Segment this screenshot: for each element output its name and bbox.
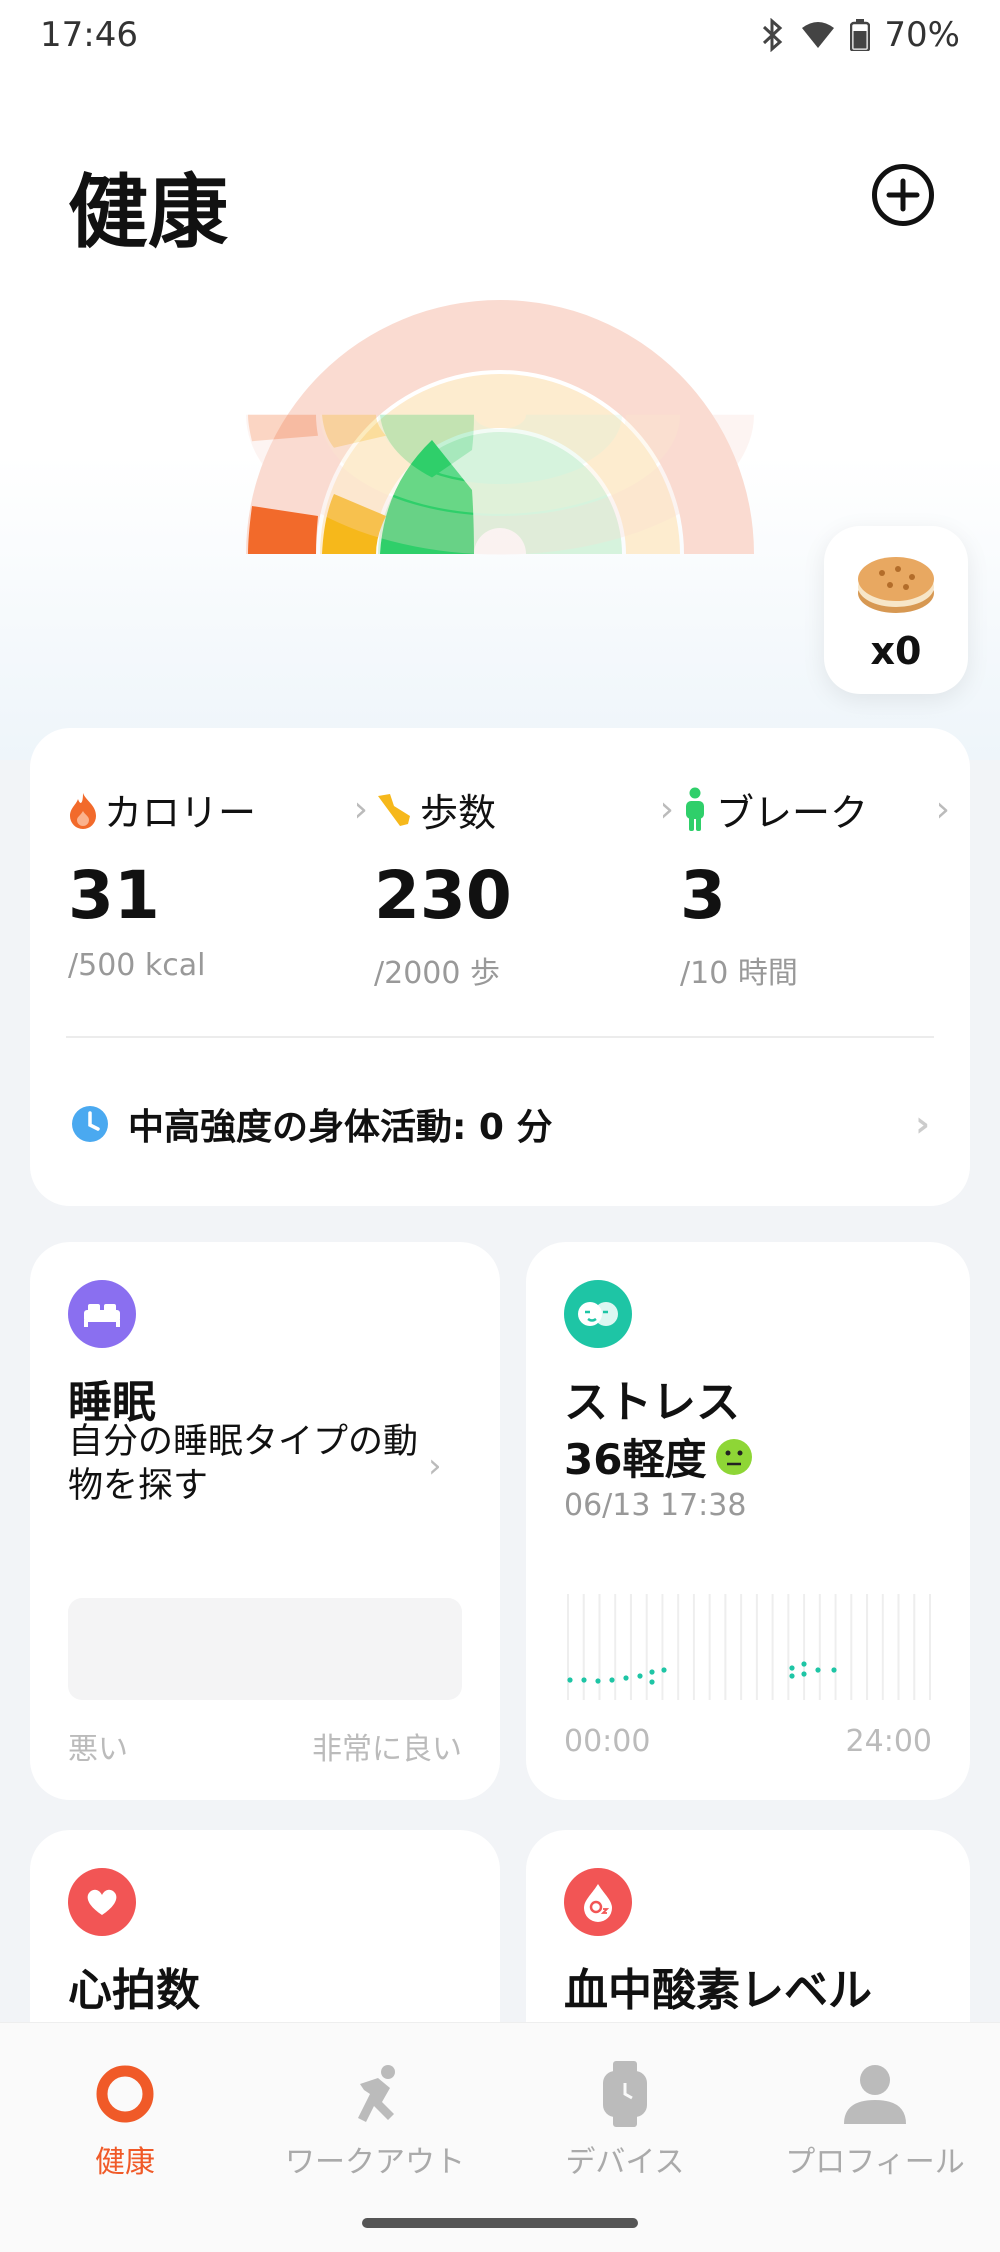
status-icons: 70% — [760, 15, 960, 55]
stress-value-row: 36軽度 — [564, 1426, 754, 1487]
mvpa-row[interactable]: 中高強度の身体活動: 0 分 › — [70, 1098, 930, 1150]
stress-dot — [831, 1667, 837, 1673]
steps-metric[interactable]: 歩数 › 230 /2000 歩 — [374, 782, 674, 992]
status-time: 17:46 — [40, 15, 138, 55]
status-bar: 17:46 70% — [0, 0, 1000, 70]
stress-axis-end: 24:00 — [845, 1724, 932, 1759]
health-ring-icon — [96, 2065, 154, 2123]
battery-level: 70% — [884, 15, 960, 55]
stress-dot — [789, 1665, 795, 1671]
stress-dot — [649, 1669, 655, 1675]
calorie-label: カロリー — [104, 791, 257, 835]
wifi-icon — [800, 20, 836, 50]
add-button[interactable] — [872, 164, 934, 226]
tab-workout-label: ワークアウト — [285, 2145, 465, 2180]
stress-axis-start: 00:00 — [564, 1724, 651, 1759]
steps-goal: /2000 歩 — [374, 956, 500, 991]
divider — [66, 1036, 934, 1038]
stress-dot — [801, 1671, 807, 1677]
cookie-badge[interactable]: x0 — [824, 526, 968, 694]
spo2-title: 血中酸素レベル — [564, 1965, 872, 2016]
chevron-right-icon: › — [353, 789, 368, 830]
stress-title: ストレス — [564, 1377, 740, 1428]
flame-icon — [70, 792, 96, 829]
sleep-quality-bar — [68, 1598, 462, 1700]
stress-value: 36軽度 — [564, 1435, 707, 1484]
break-label: ブレーク — [716, 791, 869, 835]
calorie-value: 31 — [68, 857, 160, 934]
shoe-icon — [378, 793, 410, 826]
chevron-right-icon: › — [659, 789, 674, 830]
tab-health[interactable]: 健康 — [0, 2059, 250, 2181]
stress-dot — [661, 1667, 667, 1673]
bluetooth-icon — [760, 18, 786, 52]
sleep-scale-low: 悪い — [68, 1732, 128, 1767]
tab-profile-label: プロフィール — [785, 2145, 965, 2180]
stress-dot — [595, 1678, 601, 1684]
gauge-reflection — [246, 414, 754, 555]
stress-face-icon — [564, 1280, 632, 1348]
stress-dot — [567, 1677, 573, 1683]
stress-card[interactable]: ストレス 36軽度 06/13 17:38 00:00 24:00 — [526, 1242, 970, 1800]
heart-title: 心拍数 — [68, 1965, 200, 2016]
stress-dot — [637, 1673, 643, 1679]
home-indicator — [362, 2218, 638, 2228]
tab-health-label: 健康 — [95, 2145, 155, 2180]
neutral-face-icon — [716, 1438, 753, 1475]
activity-summary-card: カロリー › 31 /500 kcal 歩数 › 230 /2000 歩 ブレー… — [30, 728, 970, 1206]
chevron-right-icon: › — [428, 1446, 442, 1486]
stress-dot — [623, 1675, 629, 1681]
tab-devices-label: デバイス — [565, 2145, 685, 2180]
running-icon — [358, 2065, 395, 2122]
break-goal: /10 時間 — [680, 956, 798, 991]
heart-icon — [68, 1868, 136, 1936]
stress-timestamp: 06/13 17:38 — [564, 1488, 747, 1523]
break-metric[interactable]: ブレーク › 3 /10 時間 — [680, 782, 950, 992]
stress-chart — [567, 1594, 931, 1700]
tab-devices[interactable]: デバイス — [500, 2059, 750, 2181]
clock-icon — [72, 1106, 108, 1142]
mvpa-label: 中高強度の身体活動: 0 分 — [128, 1107, 553, 1148]
watch-icon — [603, 2061, 647, 2127]
badge-count: x0 — [870, 629, 922, 673]
stress-dot — [789, 1673, 795, 1679]
tab-workout[interactable]: ワークアウト — [250, 2059, 500, 2181]
stress-dot — [649, 1679, 655, 1685]
oxygen-drop-icon — [564, 1868, 632, 1936]
break-value: 3 — [680, 857, 726, 934]
chevron-right-icon: › — [915, 1103, 930, 1145]
stress-dot — [815, 1667, 821, 1673]
cookie-icon — [858, 557, 934, 613]
sleep-subtitle: 自分の睡眠タイプの動物を探す — [68, 1422, 419, 1506]
stress-dot — [609, 1677, 615, 1683]
bed-icon — [68, 1280, 136, 1348]
calorie-metric[interactable]: カロリー › 31 /500 kcal — [68, 782, 368, 983]
plus-icon — [886, 178, 920, 212]
standing-person-icon — [686, 787, 704, 831]
sleep-scale-high: 非常に良い — [312, 1732, 462, 1767]
battery-icon — [850, 19, 871, 51]
sleep-card[interactable]: 睡眠 自分の睡眠タイプの動物を探す › 悪い 非常に良い — [30, 1242, 500, 1800]
person-icon — [844, 2065, 906, 2124]
tab-profile[interactable]: プロフィール — [750, 2059, 1000, 2181]
calorie-goal: /500 kcal — [68, 948, 206, 983]
chevron-right-icon: › — [935, 789, 950, 830]
stress-dot — [581, 1677, 587, 1683]
stress-dot — [801, 1661, 807, 1667]
steps-label: 歩数 — [420, 791, 497, 835]
steps-value: 230 — [374, 857, 512, 934]
page-title: 健康 — [68, 166, 228, 259]
